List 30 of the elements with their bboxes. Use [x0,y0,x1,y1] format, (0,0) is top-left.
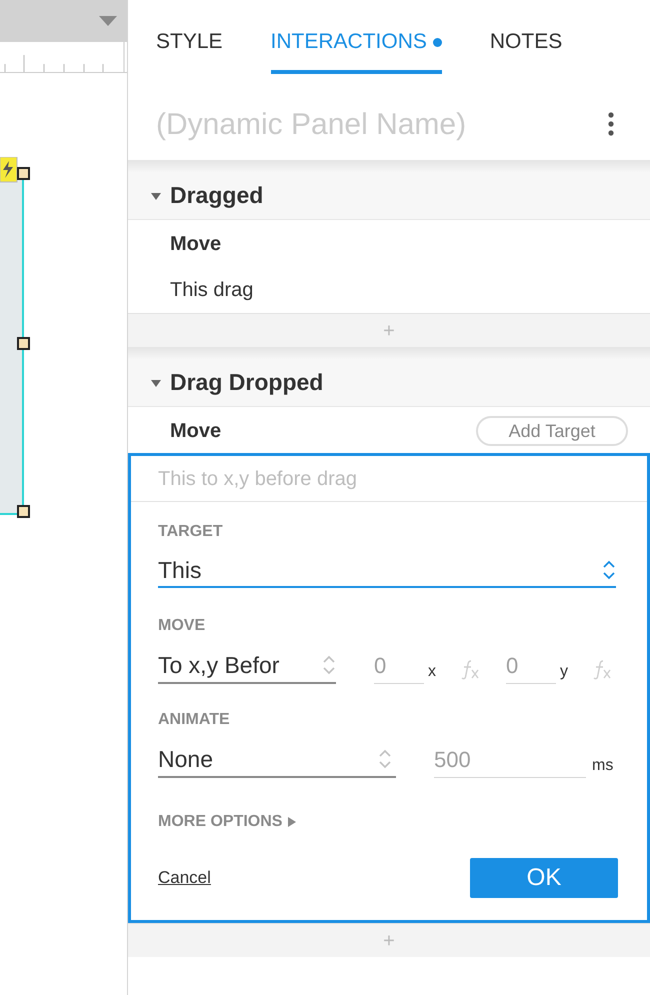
event-header[interactable]: Dragged [128,172,650,220]
action-title: Move [170,418,222,444]
event-header[interactable]: Drag Dropped [128,359,650,407]
more-menu-icon[interactable] [608,112,614,136]
target-select[interactable]: This [158,554,616,588]
add-target-button[interactable]: Add Target [476,416,628,446]
y-unit: y [560,662,568,682]
ok-button[interactable]: OK [470,858,618,898]
move-select[interactable]: To x,y Befor [158,648,336,684]
duration-field[interactable]: 500 [434,742,586,778]
section-label: TARGET [158,522,224,542]
panel-tab[interactable]: INTERACTIONS [270,28,442,74]
panel-tab[interactable]: STYLE [156,28,223,74]
expand-triangle-icon[interactable] [288,817,296,827]
animate-select[interactable]: None [158,742,396,778]
y-field[interactable]: 0 [506,648,556,684]
up-down-chevron-icon [322,653,336,677]
x-field[interactable]: 0 [374,648,424,684]
action-summary: This to x,y before drag [158,466,357,492]
section-label: MOVE [158,616,206,636]
more-options-link[interactable]: MORE OPTIONS [158,810,282,834]
action-title: Move [170,232,222,256]
section-label: ANIMATE [158,710,231,730]
up-down-chevron-icon [602,558,616,582]
action-detail: This drag [170,278,254,303]
cancel-link[interactable]: Cancel [158,865,211,891]
up-down-chevron-icon [378,747,392,771]
x-unit: x [428,662,436,682]
duration-unit: ms [592,756,614,776]
panel-tab[interactable]: NOTES [490,28,562,74]
